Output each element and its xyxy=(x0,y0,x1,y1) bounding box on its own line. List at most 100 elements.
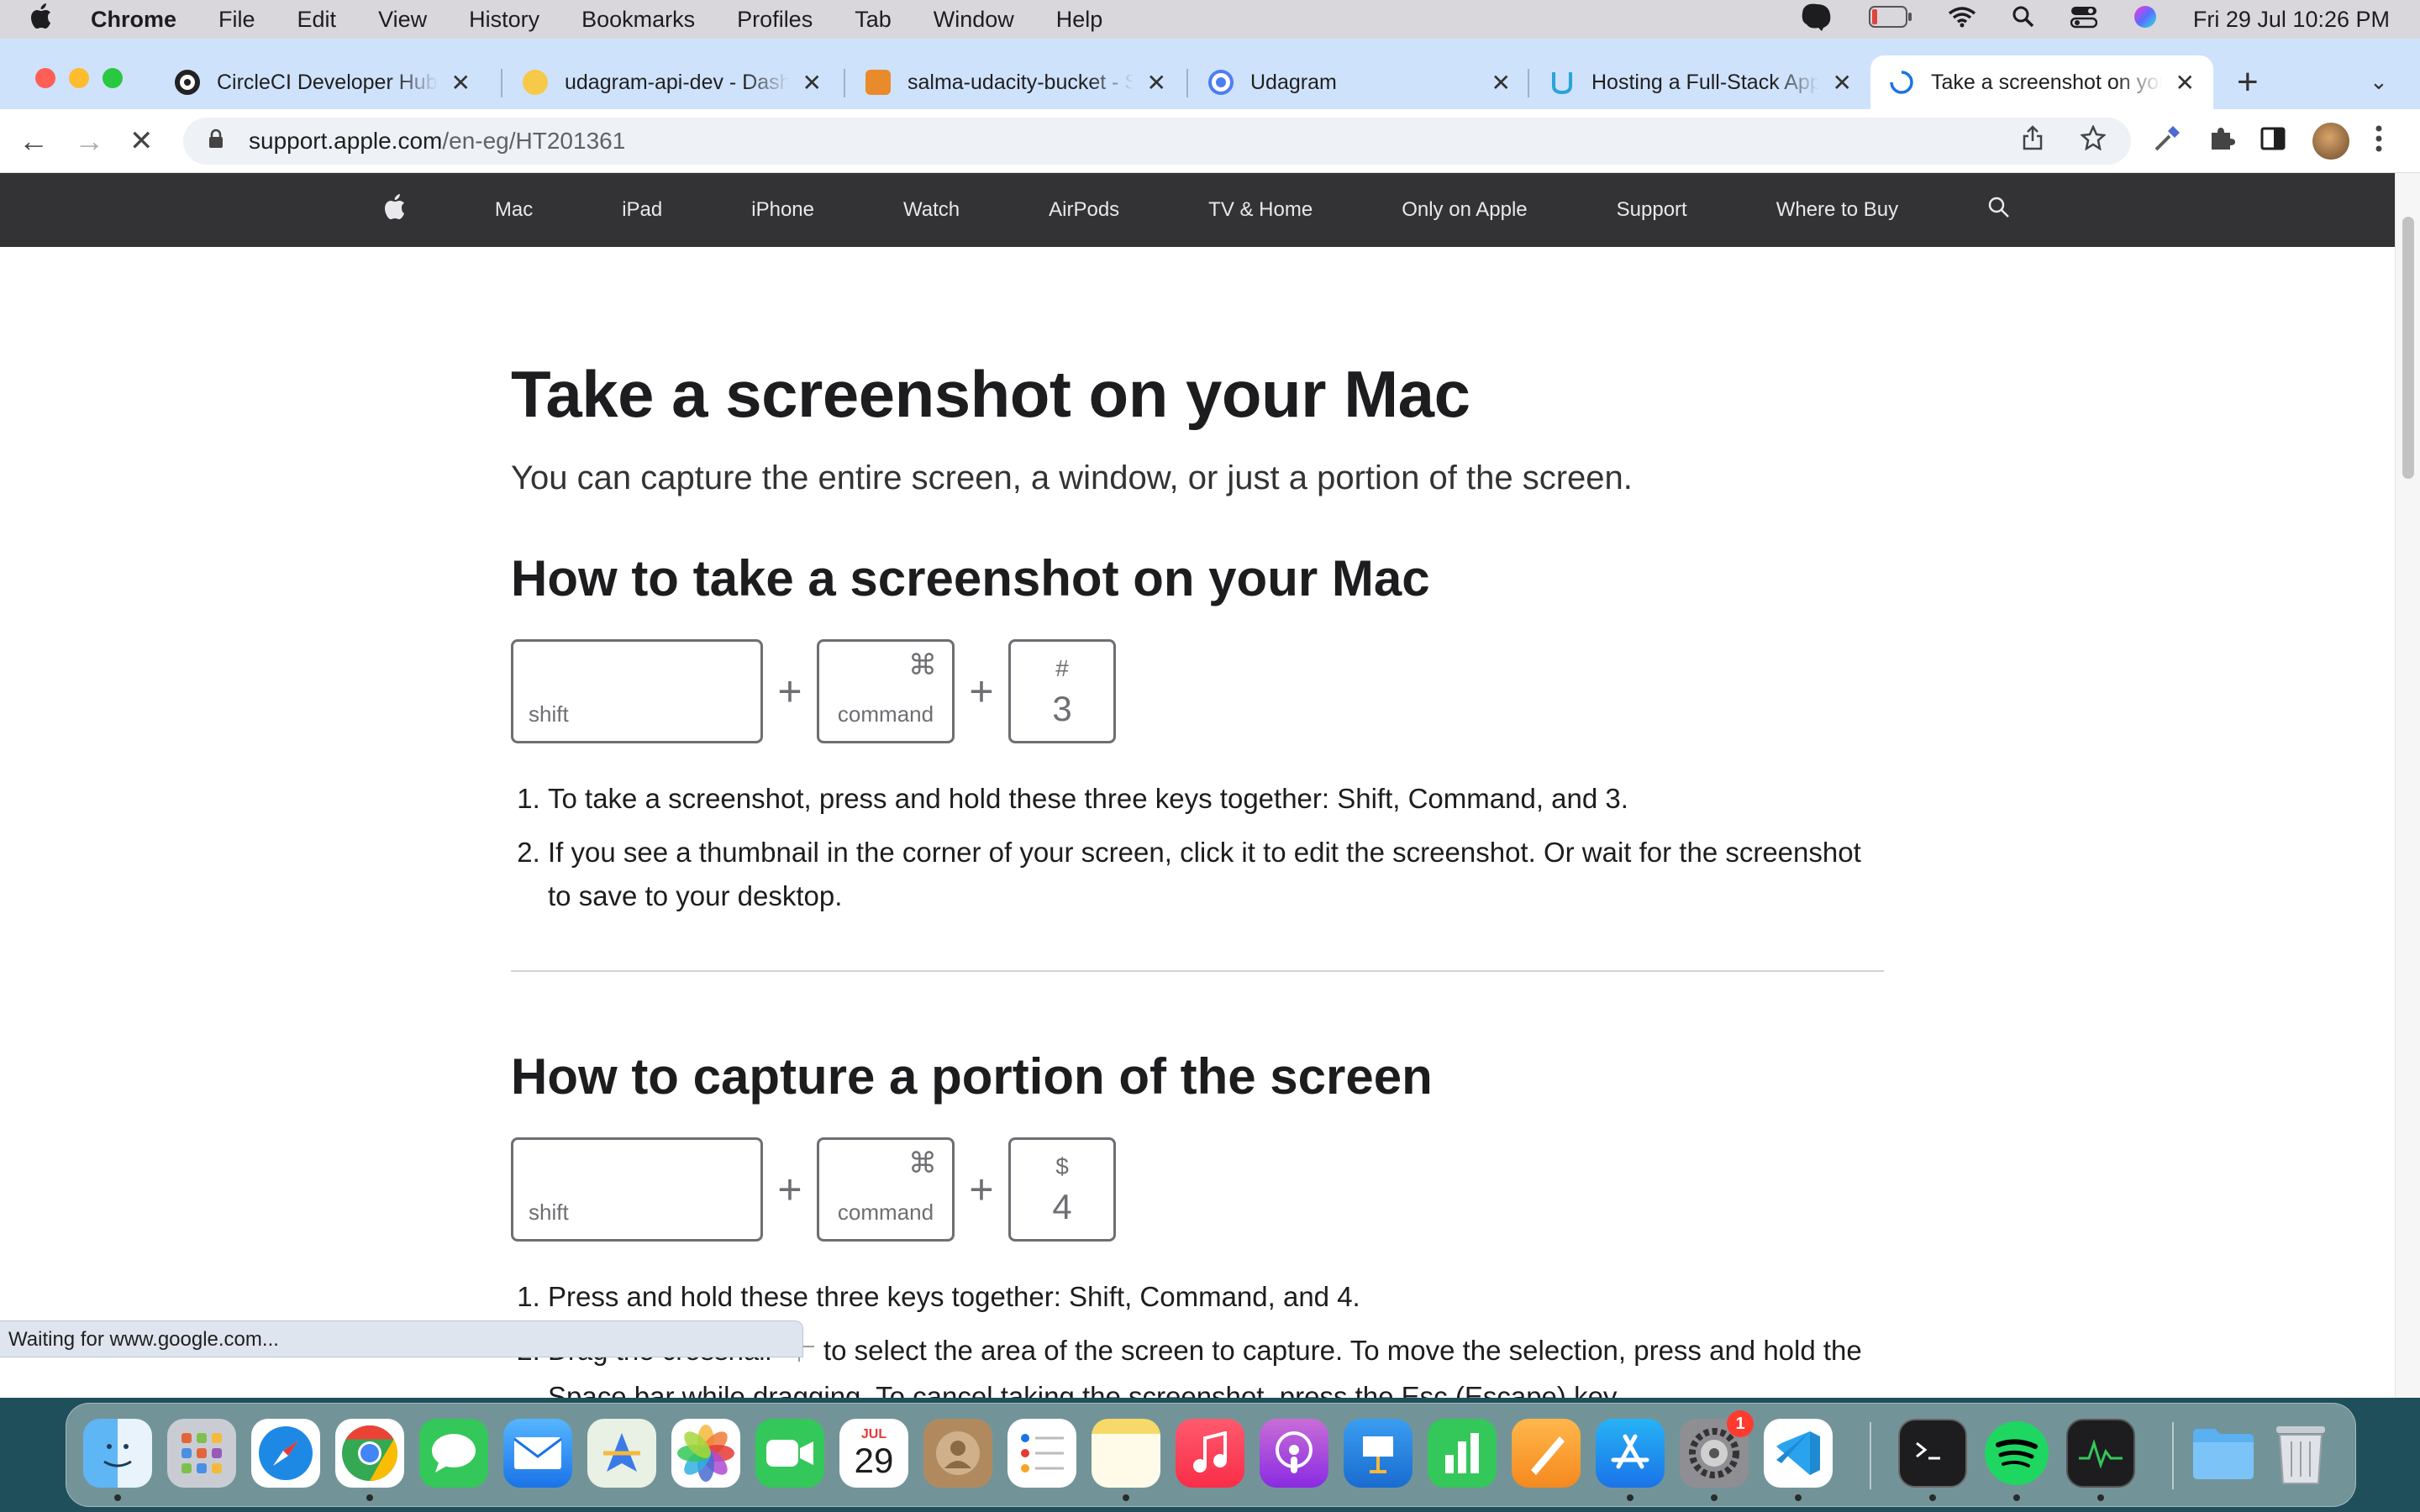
forward-button[interactable]: → xyxy=(74,124,104,158)
mail-icon[interactable] xyxy=(503,1419,572,1488)
plus-sign: + xyxy=(969,1166,994,1213)
maps-icon[interactable] xyxy=(587,1419,656,1488)
stop-loading-button[interactable]: ✕ xyxy=(129,124,154,158)
menu-view[interactable]: View xyxy=(378,7,427,33)
eyedropper-extension-icon[interactable] xyxy=(2153,124,2181,162)
tab-close-icon[interactable]: ✕ xyxy=(2175,69,2195,97)
menu-bookmarks[interactable]: Bookmarks xyxy=(581,7,695,33)
menu-edit[interactable]: Edit xyxy=(297,7,337,33)
nav-ipad[interactable]: iPad xyxy=(577,198,707,222)
tab-circleci[interactable]: CircleCI Developer Hub - CircleCI ✕ xyxy=(156,55,489,109)
numbers-icon[interactable] xyxy=(1428,1419,1497,1488)
extensions-puzzle-icon[interactable] xyxy=(2208,124,2235,158)
nav-only-on-apple[interactable]: Only on Apple xyxy=(1357,198,1571,222)
control-center-icon[interactable] xyxy=(2070,5,2098,34)
nav-airpods[interactable]: AirPods xyxy=(1004,198,1164,222)
nav-where-to-buy[interactable]: Where to Buy xyxy=(1732,198,1943,222)
terminal-icon[interactable] xyxy=(1898,1419,1967,1488)
menu-bar-clock[interactable]: Fri 29 Jul 10:26 PM xyxy=(2193,7,2390,33)
running-indicator xyxy=(1627,1494,1634,1501)
wifi-icon[interactable] xyxy=(1948,6,1976,34)
app-store-icon[interactable] xyxy=(1596,1419,1665,1488)
steps-list: To take a screenshot, press and hold the… xyxy=(511,777,1884,918)
contacts-icon[interactable] xyxy=(923,1419,992,1488)
window-zoom-button[interactable] xyxy=(103,68,123,88)
list-item: To take a screenshot, press and hold the… xyxy=(548,777,1884,821)
spotlight-search-icon[interactable] xyxy=(2012,5,2035,34)
nav-tv-home[interactable]: TV & Home xyxy=(1164,198,1357,222)
menu-help[interactable]: Help xyxy=(1056,7,1103,33)
tab-strip: CircleCI Developer Hub - CircleCI ✕ udag… xyxy=(0,39,2420,109)
tab-s3-bucket[interactable]: salma-udacity-bucket - S3 bucket ✕ xyxy=(847,55,1185,109)
side-panel-icon[interactable] xyxy=(2260,124,2286,158)
reminders-icon[interactable] xyxy=(1007,1419,1076,1488)
tab-close-icon[interactable]: ✕ xyxy=(1147,69,1166,97)
keynote-icon[interactable] xyxy=(1344,1419,1413,1488)
window-minimize-button[interactable] xyxy=(69,68,89,88)
vscode-icon[interactable] xyxy=(1764,1419,1833,1488)
pages-icon[interactable] xyxy=(1512,1419,1581,1488)
activity-monitor-icon[interactable] xyxy=(2066,1419,2135,1488)
launchpad-icon[interactable] xyxy=(167,1419,236,1488)
apple-menu-icon[interactable] xyxy=(30,3,52,35)
photos-icon[interactable] xyxy=(671,1419,740,1488)
chrome-icon[interactable] xyxy=(335,1419,404,1488)
downloads-folder-icon[interactable] xyxy=(2189,1419,2258,1488)
apple-logo-icon[interactable] xyxy=(339,193,450,228)
battery-icon[interactable] xyxy=(1868,5,1912,34)
tab-udagram[interactable]: Udagram ✕ xyxy=(1190,55,1529,109)
nav-support[interactable]: Support xyxy=(1572,198,1732,222)
calendar-icon[interactable]: JUL 29 xyxy=(839,1419,908,1488)
app-menu-chrome[interactable]: Chrome xyxy=(91,7,176,33)
facetime-icon[interactable] xyxy=(755,1419,824,1488)
tab-close-icon[interactable]: ✕ xyxy=(1833,69,1852,97)
evernote-elephant-icon[interactable] xyxy=(1798,3,1833,37)
tab-close-icon[interactable]: ✕ xyxy=(451,69,471,97)
finder-icon[interactable] xyxy=(83,1419,152,1488)
key-shift: shift xyxy=(511,639,763,743)
siri-icon[interactable] xyxy=(2133,4,2158,35)
nav-search-icon[interactable] xyxy=(1943,196,2055,225)
nav-mac[interactable]: Mac xyxy=(450,198,577,222)
messages-icon[interactable] xyxy=(419,1419,488,1488)
url-path: /en-eg/HT201361 xyxy=(442,128,626,154)
share-icon[interactable] xyxy=(2022,125,2044,157)
tab-udagram-api-dev[interactable]: udagram-api-dev - Dashboard ✕ xyxy=(504,55,840,109)
profile-avatar[interactable] xyxy=(2312,123,2349,160)
trash-icon[interactable] xyxy=(2266,1419,2335,1488)
page-scrollbar[interactable] xyxy=(2395,173,2420,1398)
browser-status-bubble: Waiting for www.google.com... xyxy=(0,1320,803,1357)
address-bar[interactable]: support.apple.com/en-eg/HT201361 xyxy=(183,118,2131,165)
menu-window[interactable]: Window xyxy=(934,7,1014,33)
menu-profiles[interactable]: Profiles xyxy=(737,7,813,33)
safari-icon[interactable] xyxy=(251,1419,320,1488)
apple-global-nav: Mac iPad iPhone Watch AirPods TV & Home … xyxy=(0,173,2395,247)
nav-iphone[interactable]: iPhone xyxy=(707,198,859,222)
menu-tab[interactable]: Tab xyxy=(855,7,892,33)
spotify-icon[interactable] xyxy=(1982,1419,2051,1488)
scrollbar-thumb[interactable] xyxy=(2402,217,2414,479)
tab-udacity-hosting[interactable]: Hosting a Full-Stack Application ✕ xyxy=(1531,55,1870,109)
page-viewport[interactable]: Mac iPad iPhone Watch AirPods TV & Home … xyxy=(0,173,2395,1398)
lock-icon[interactable] xyxy=(208,129,224,154)
back-button[interactable]: ← xyxy=(18,124,49,158)
bookmark-star-icon[interactable] xyxy=(2080,123,2107,157)
key-symbol: $ xyxy=(1055,1153,1069,1179)
key-label: shift xyxy=(529,1200,569,1225)
music-icon[interactable] xyxy=(1176,1419,1244,1488)
menu-history[interactable]: History xyxy=(469,7,539,33)
notes-icon[interactable] xyxy=(1092,1419,1160,1488)
tab-close-icon[interactable]: ✕ xyxy=(1491,69,1511,97)
system-preferences-icon[interactable]: 1 xyxy=(1680,1410,1754,1488)
step-text: to select the area of the screen to capt… xyxy=(823,1335,1816,1366)
podcasts-icon[interactable] xyxy=(1260,1419,1328,1488)
window-close-button[interactable] xyxy=(35,68,55,88)
menu-file[interactable]: File xyxy=(218,7,255,33)
key-3: # 3 xyxy=(1008,639,1116,743)
nav-watch[interactable]: Watch xyxy=(859,198,1004,222)
tab-search-chevron-icon[interactable]: ⌄ xyxy=(2370,69,2388,95)
new-tab-button[interactable]: + xyxy=(2237,64,2259,101)
chrome-menu-kebab-icon[interactable] xyxy=(2375,124,2383,160)
tab-close-icon[interactable]: ✕ xyxy=(802,69,822,97)
tab-take-screenshot[interactable]: Take a screenshot on your Mac ✕ xyxy=(1870,55,2213,109)
